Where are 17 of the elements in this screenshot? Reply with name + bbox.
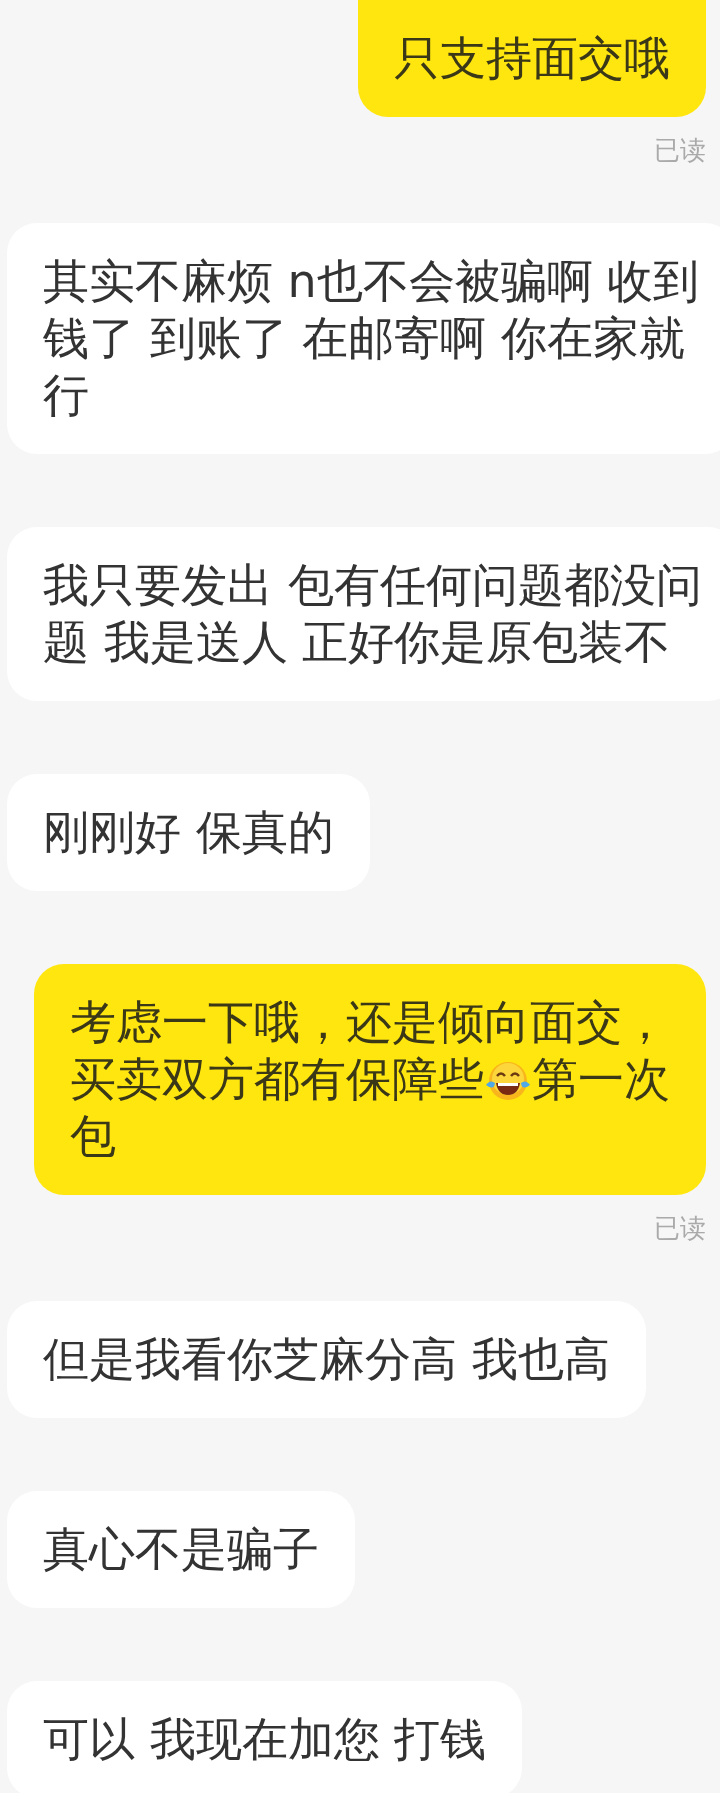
read-status: 已读 [654, 1213, 706, 1243]
message-text: 钱了 到账了 在邮寄啊 你在家就 [43, 310, 686, 367]
message-text: 其实不麻烦 n也不会被骗啊 收到 [43, 253, 700, 310]
message-text: 但是我看你芝麻分高 我也高 [43, 1331, 610, 1388]
message-text: 只支持面交哦 [394, 30, 670, 87]
message-text: 买卖双方都有保障些 [70, 1052, 484, 1106]
message-text: 包 [70, 1108, 117, 1165]
read-status: 已读 [654, 135, 706, 165]
message-text: 行 [43, 367, 90, 424]
message-text: 刚刚好 保真的 [43, 804, 334, 861]
message-text: 可以 我现在加您 打钱 [43, 1711, 487, 1768]
message-text: 考虑一下哦，还是倾向面交， [70, 994, 669, 1051]
message-text: 我只要发出 包有任何问题都没问 [43, 557, 702, 614]
message-text: 题 我是送人 正好你是原包装不 [43, 614, 672, 671]
laughing-tears-icon [484, 1059, 532, 1103]
message-text: 第一次 [532, 1052, 670, 1106]
message-text: 真心不是骗子 [43, 1521, 319, 1578]
